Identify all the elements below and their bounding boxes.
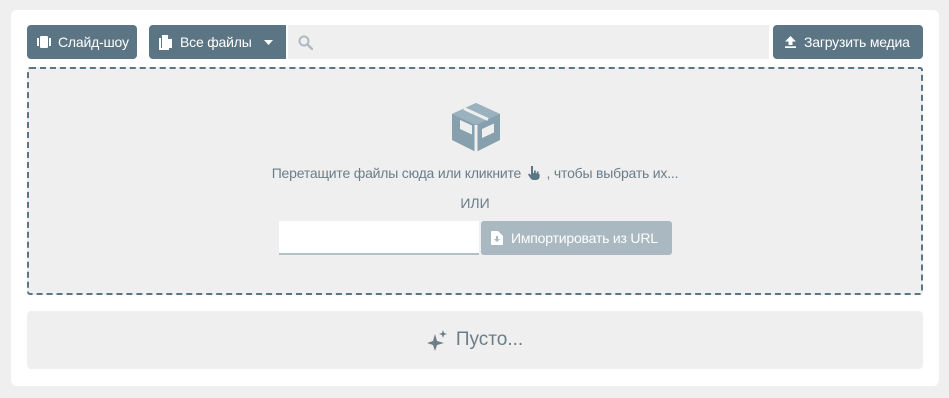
open-box-icon xyxy=(452,103,500,152)
url-input-field xyxy=(279,221,480,255)
search-icon xyxy=(298,35,313,50)
slideshow-label: Слайд-шоу xyxy=(58,34,129,50)
upload-media-label: Загрузить медиа xyxy=(804,34,910,50)
media-manager-panel: Слайд-шоу Все файлы Загрузить медиа Пере… xyxy=(11,10,939,386)
upload-media-button[interactable]: Загрузить медиа xyxy=(773,25,923,59)
url-input[interactable] xyxy=(295,222,480,252)
empty-state-label: Пусто... xyxy=(455,329,524,350)
import-from-url-label: Импортировать из URL xyxy=(511,230,658,246)
file-type-dropdown[interactable]: Все файлы xyxy=(149,25,286,59)
slideshow-icon xyxy=(37,36,51,48)
drop-text-before: Перетащите файлы сюда или кликните xyxy=(271,165,522,181)
caret-down-icon xyxy=(263,39,273,45)
file-type-label: Все файлы xyxy=(180,34,252,50)
slideshow-button[interactable]: Слайд-шоу xyxy=(27,25,137,59)
drop-text-after: , чтобы выбрать их... xyxy=(546,165,679,181)
upload-icon xyxy=(785,36,796,48)
toolbar: Слайд-шоу Все файлы Загрузить медиа xyxy=(27,25,923,59)
file-download-icon xyxy=(491,231,503,245)
or-separator: ИЛИ xyxy=(460,195,490,211)
file-copy-icon xyxy=(159,34,172,50)
drop-instructions: Перетащите файлы сюда или кликните , что… xyxy=(29,165,921,181)
import-from-url-button[interactable]: Импортировать из URL xyxy=(481,221,672,255)
pointing-hand-icon xyxy=(527,166,540,180)
search-bar xyxy=(288,25,769,59)
file-drop-zone[interactable]: Перетащите файлы сюда или кликните , что… xyxy=(27,67,923,295)
sparkle-icon xyxy=(426,329,447,351)
empty-state: Пусто... xyxy=(27,311,923,369)
search-input[interactable] xyxy=(319,26,769,58)
